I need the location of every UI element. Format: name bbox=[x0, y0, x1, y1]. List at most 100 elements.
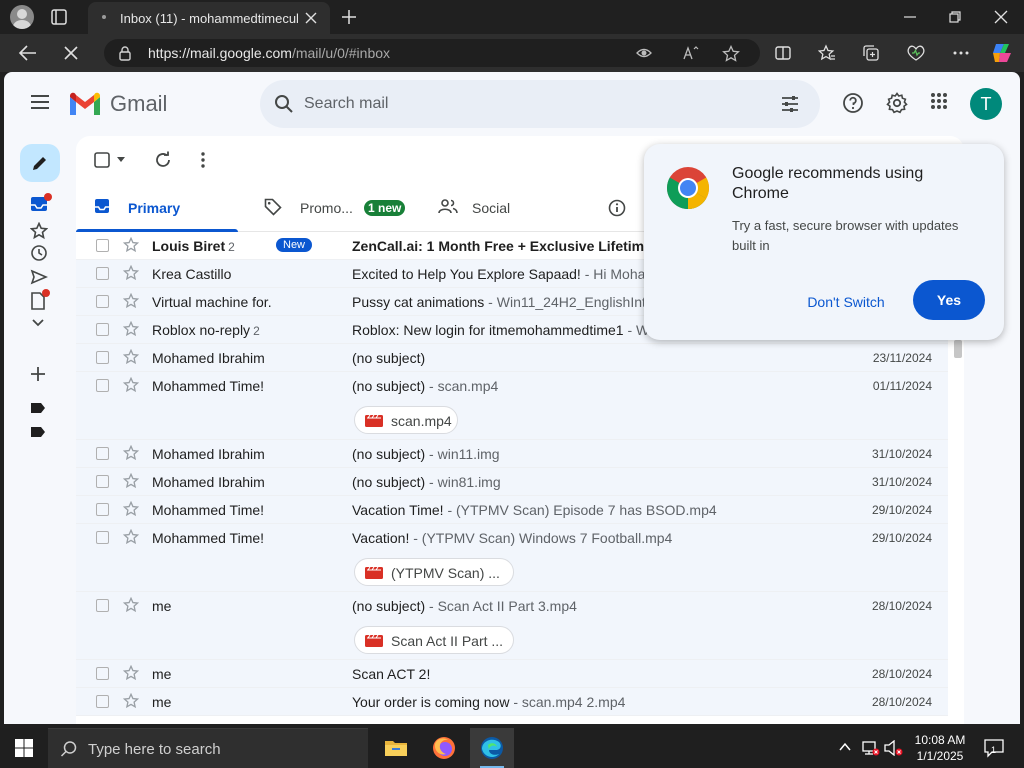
taskbar-file-explorer[interactable] bbox=[374, 728, 418, 768]
email-checkbox[interactable] bbox=[96, 531, 109, 544]
stop-loading-icon[interactable] bbox=[62, 44, 80, 62]
email-row[interactable]: me Scan ACT 2! 28/10/2024 bbox=[76, 660, 948, 688]
more-vert-icon[interactable] bbox=[200, 151, 206, 169]
email-row[interactable]: Mohammed Time! Vacation Time! - (YTPMV Sc… bbox=[76, 496, 948, 524]
tab-primary[interactable]: Primary bbox=[76, 184, 238, 232]
dont-switch-button[interactable]: Don't Switch bbox=[792, 282, 900, 322]
favorites-icon[interactable] bbox=[818, 44, 836, 62]
select-all-checkbox[interactable] bbox=[94, 152, 110, 168]
email-checkbox[interactable] bbox=[96, 475, 109, 488]
tab-promotions[interactable]: Promo... 1 new bbox=[246, 184, 418, 232]
email-checkbox[interactable] bbox=[96, 239, 109, 252]
label-icon[interactable] bbox=[30, 426, 46, 438]
read-aloud-icon[interactable] bbox=[682, 45, 700, 61]
email-row[interactable]: me (no subject) - Scan Act II Part 3.mp4 2… bbox=[76, 592, 948, 660]
refresh-icon[interactable] bbox=[154, 151, 172, 169]
star-icon[interactable] bbox=[123, 529, 139, 545]
drafts-icon[interactable] bbox=[30, 289, 50, 310]
email-row[interactable]: me Your order is coming now - scan.mp4 2.… bbox=[76, 688, 948, 716]
snoozed-clock-icon[interactable] bbox=[30, 244, 48, 262]
split-screen-icon[interactable] bbox=[774, 44, 792, 62]
star-icon[interactable] bbox=[123, 445, 139, 461]
collections-icon[interactable] bbox=[862, 44, 880, 62]
email-checkbox[interactable] bbox=[96, 267, 109, 280]
tab-actions-icon[interactable] bbox=[50, 8, 68, 26]
email-checkbox[interactable] bbox=[96, 503, 109, 516]
main-menu-icon[interactable] bbox=[30, 94, 50, 110]
create-label-plus-icon[interactable] bbox=[30, 366, 46, 382]
star-icon[interactable] bbox=[123, 293, 139, 309]
email-row[interactable]: Mohammed Time! (no subject) - scan.mp4 01/… bbox=[76, 372, 948, 440]
email-row[interactable]: Mohamed Ibrahim (no subject) 23/11/2024 bbox=[76, 344, 948, 372]
profile-icon[interactable] bbox=[10, 5, 34, 29]
tracking-eye-icon[interactable] bbox=[636, 45, 652, 61]
settings-gear-icon[interactable] bbox=[886, 92, 908, 114]
email-checkbox[interactable] bbox=[96, 667, 109, 680]
volume-muted-icon[interactable] bbox=[884, 740, 904, 756]
search-bar[interactable] bbox=[260, 80, 820, 128]
browser-tab-gmail[interactable]: Inbox (11) - mohammedtimecube bbox=[88, 2, 330, 34]
attachment-chip[interactable]: (YTPMV Scan) ... bbox=[354, 558, 514, 586]
url-bar[interactable]: https://mail.google.com/mail/u/0/#inbox bbox=[104, 39, 760, 67]
taskbar-clock[interactable]: 10:08 AM 1/1/2025 bbox=[904, 732, 976, 764]
select-dropdown-icon[interactable] bbox=[116, 156, 126, 164]
email-checkbox[interactable] bbox=[96, 447, 109, 460]
star-icon[interactable] bbox=[123, 237, 139, 253]
star-icon[interactable] bbox=[123, 349, 139, 365]
notifications-icon[interactable]: 1 bbox=[984, 738, 1004, 758]
search-input[interactable] bbox=[304, 92, 744, 116]
copilot-icon[interactable] bbox=[990, 41, 1014, 65]
sent-icon[interactable] bbox=[30, 268, 48, 286]
email-checkbox[interactable] bbox=[96, 351, 109, 364]
new-tab-icon[interactable] bbox=[340, 8, 358, 26]
gmail-brand[interactable]: Gmail bbox=[110, 91, 167, 117]
compose-button[interactable] bbox=[20, 144, 60, 182]
show-hidden-icons-chevron-icon[interactable] bbox=[838, 740, 852, 754]
yes-button[interactable]: Yes bbox=[913, 280, 985, 320]
more-chevron-down-icon[interactable] bbox=[30, 316, 46, 330]
star-icon[interactable] bbox=[123, 665, 139, 681]
more-options-icon[interactable] bbox=[952, 44, 970, 62]
attachment-chip[interactable]: Scan Act II Part ... bbox=[354, 626, 514, 654]
close-tab-icon[interactable] bbox=[304, 11, 318, 25]
star-icon[interactable] bbox=[123, 265, 139, 281]
email-row[interactable]: Mohamed Ibrahim (no subject) - win11.img 3… bbox=[76, 440, 948, 468]
taskbar-firefox[interactable] bbox=[422, 728, 466, 768]
tab-social[interactable]: Social bbox=[420, 184, 590, 232]
taskbar-edge[interactable] bbox=[470, 728, 514, 768]
email-row[interactable]: Mohammed Time! Vacation! - (YTPMV Scan) W… bbox=[76, 524, 948, 592]
browser-essentials-icon[interactable] bbox=[906, 44, 926, 62]
star-icon[interactable] bbox=[123, 321, 139, 337]
network-icon[interactable] bbox=[862, 740, 880, 756]
lock-icon[interactable] bbox=[118, 45, 132, 61]
email-checkbox[interactable] bbox=[96, 599, 109, 612]
inbox-nav-icon[interactable] bbox=[30, 193, 52, 212]
search-options-icon[interactable] bbox=[780, 94, 800, 114]
list-scrollbar[interactable] bbox=[954, 340, 962, 358]
star-icon[interactable] bbox=[123, 473, 139, 489]
restore-icon[interactable] bbox=[947, 9, 963, 25]
account-avatar[interactable]: T bbox=[970, 88, 1002, 120]
search-icon[interactable] bbox=[274, 94, 294, 114]
email-checkbox[interactable] bbox=[96, 323, 109, 336]
email-checkbox[interactable] bbox=[96, 295, 109, 308]
star-icon[interactable] bbox=[123, 693, 139, 709]
taskbar-search-box[interactable]: Type here to search bbox=[48, 728, 368, 768]
star-icon[interactable] bbox=[123, 597, 139, 613]
url-text[interactable]: https://mail.google.com/mail/u/0/#inbox bbox=[148, 45, 390, 61]
apps-grid-icon[interactable] bbox=[930, 92, 948, 110]
gmail-logo-icon[interactable] bbox=[68, 91, 102, 117]
email-checkbox[interactable] bbox=[96, 695, 109, 708]
email-checkbox[interactable] bbox=[96, 379, 109, 392]
starred-nav-icon[interactable] bbox=[30, 222, 48, 240]
back-icon[interactable] bbox=[18, 44, 38, 62]
star-icon[interactable] bbox=[123, 501, 139, 517]
email-row[interactable]: Mohamed Ibrahim (no subject) - win81.img 3… bbox=[76, 468, 948, 496]
windows-start-icon[interactable] bbox=[14, 738, 34, 758]
label-icon[interactable] bbox=[30, 402, 46, 414]
close-window-icon[interactable] bbox=[993, 9, 1009, 25]
star-icon[interactable] bbox=[123, 377, 139, 393]
updates-info-icon[interactable] bbox=[608, 199, 626, 217]
attachment-chip[interactable]: scan.mp4 bbox=[354, 406, 458, 434]
minimize-icon[interactable] bbox=[902, 9, 918, 25]
